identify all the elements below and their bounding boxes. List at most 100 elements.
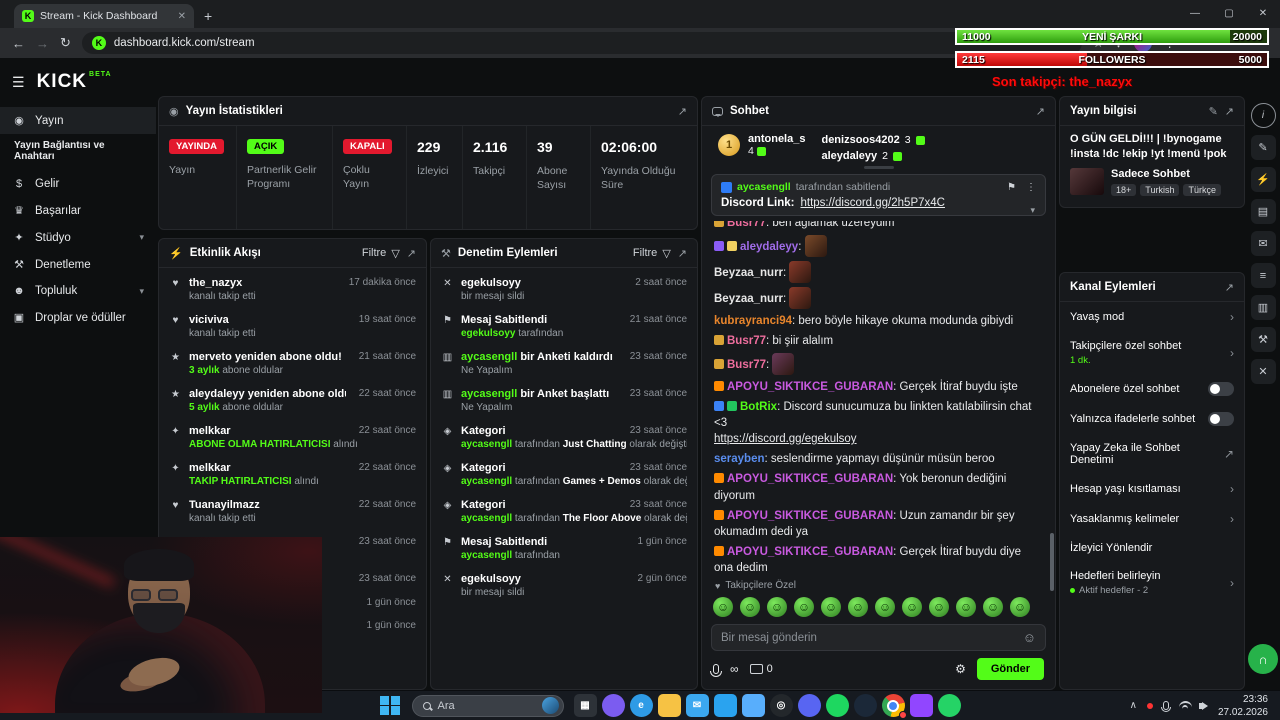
quick-actions-icon[interactable]: ⚡ bbox=[1250, 167, 1276, 192]
emote-icon[interactable]: ☺ bbox=[794, 597, 814, 617]
chat-username[interactable]: BotRix bbox=[740, 401, 777, 413]
taskbar-app-whatsapp[interactable] bbox=[937, 694, 961, 717]
chat-username[interactable]: aleydaleyy bbox=[740, 241, 798, 253]
channel-action-yalnızca-ifadelerle-sohbet[interactable]: Yalnızca ifadelerle sohbet bbox=[1060, 404, 1244, 434]
chat-username[interactable]: Busr77 bbox=[727, 221, 766, 229]
chat-username[interactable]: Busr77 bbox=[727, 335, 766, 347]
taskbar-app-microsoft-store[interactable] bbox=[741, 694, 765, 717]
chat-username[interactable]: APOYU_SIKTIKCE_GUBARAN bbox=[727, 473, 893, 485]
channel-action-hesap-yaşı-kısıtlaması[interactable]: Hesap yaşı kısıtlaması › bbox=[1060, 474, 1244, 504]
maximize-button[interactable]: ▢ bbox=[1212, 0, 1246, 28]
expand-icon[interactable]: ↗ bbox=[1036, 105, 1045, 118]
send-button[interactable]: Gönder bbox=[976, 658, 1044, 680]
pinned-link[interactable]: https://discord.gg/2h5P7x4C bbox=[800, 197, 944, 209]
notes-icon[interactable]: ▤ bbox=[1250, 199, 1276, 224]
sidebar-item-stüdyo[interactable]: ✦ Stüdyo ▾ bbox=[0, 224, 156, 251]
chat-username[interactable]: serayben bbox=[714, 453, 765, 465]
expand-icon[interactable]: ↗ bbox=[678, 105, 687, 118]
chat-username[interactable]: APOYU_SIKTIKCE_GUBARAN bbox=[727, 546, 893, 558]
taskbar-clock[interactable]: 23:36 27.02.2026 bbox=[1218, 693, 1268, 719]
sidebar-item-topluluk[interactable]: ☻ Topluluk ▾ bbox=[0, 278, 156, 304]
mic-icon[interactable] bbox=[710, 664, 722, 677]
toggle-switch[interactable] bbox=[1208, 412, 1234, 426]
levels-icon[interactable]: ≡ bbox=[1250, 263, 1276, 288]
emote-icon[interactable]: ☺ bbox=[956, 597, 976, 617]
wifi-icon[interactable] bbox=[1178, 701, 1192, 710]
channel-action-takipçilere-özel-sohbet[interactable]: Takipçilere özel sohbet 1 dk. › bbox=[1060, 332, 1244, 374]
channel-action-abonelere-özel-sohbet[interactable]: Abonelere özel sohbet bbox=[1060, 374, 1244, 404]
sidebar-item-yayın-bağlantısı-ve-anahtarı[interactable]: Yayın Bağlantısı ve Anahtarı bbox=[0, 134, 156, 171]
chat-input[interactable] bbox=[721, 631, 1017, 644]
cards-icon[interactable]: ▥ bbox=[1250, 295, 1276, 320]
chat-settings-icon[interactable]: ⚙ bbox=[955, 662, 966, 676]
emote-icon[interactable]: ☺ bbox=[929, 597, 949, 617]
pinned-menu-icon[interactable]: ⋮ bbox=[1026, 182, 1036, 193]
taskbar-app-chrome[interactable] bbox=[881, 694, 907, 719]
tools-icon[interactable]: ⚒ bbox=[1250, 327, 1276, 352]
start-button[interactable] bbox=[380, 695, 400, 716]
emoji-picker-icon[interactable]: ☺ bbox=[1023, 630, 1036, 645]
chevron-down-icon[interactable]: ▾ bbox=[1030, 205, 1035, 216]
reload-button[interactable]: ↻ bbox=[60, 35, 71, 51]
stream-category[interactable]: Sadece Sohbet bbox=[1111, 168, 1221, 180]
emote-icon[interactable]: ☺ bbox=[1010, 597, 1030, 617]
expand-icon[interactable]: ↗ bbox=[407, 247, 416, 260]
emote-icon[interactable]: ☺ bbox=[848, 597, 868, 617]
leaderboard-entry[interactable]: 1 antonela_s 4 bbox=[718, 133, 805, 157]
toggle-switch[interactable] bbox=[1208, 382, 1234, 396]
taskbar-app-obs[interactable]: ◎ bbox=[769, 694, 793, 717]
sidebar-item-yayın[interactable]: ◉ Yayın bbox=[0, 107, 156, 134]
expand-icon[interactable]: ↗ bbox=[1225, 105, 1234, 118]
emote-icon[interactable]: ☺ bbox=[767, 597, 787, 617]
link-icon[interactable]: ∞ bbox=[730, 662, 739, 676]
browser-tab[interactable]: K Stream - Kick Dashboard ✕ bbox=[14, 4, 194, 28]
taskbar-app-calendar[interactable] bbox=[713, 694, 737, 717]
emote-icon[interactable]: ☺ bbox=[713, 597, 733, 617]
emote-icon[interactable]: ☺ bbox=[875, 597, 895, 617]
sidebar-item-gelir[interactable]: $ Gelir bbox=[0, 171, 156, 197]
channel-action-yapay-zeka-ile-sohbet-denetimi[interactable]: Yapay Zeka ile Sohbet Denetimi ↗ bbox=[1060, 434, 1244, 474]
emote-icon[interactable]: ☺ bbox=[740, 597, 760, 617]
reward-counter[interactable]: 0 bbox=[749, 663, 773, 675]
address-bar[interactable]: K dashboard.kick.com/stream bbox=[81, 32, 1082, 54]
taskbar-app-spotify[interactable] bbox=[825, 694, 849, 717]
pinned-message[interactable]: aycasengll tarafından sabitlendi ⚑ ⋮ Dis… bbox=[711, 174, 1046, 216]
taskbar-app-steam[interactable] bbox=[853, 694, 877, 717]
taskbar-app-task-view[interactable]: ▦ bbox=[573, 694, 597, 717]
channel-action-hedefleri-belirleyin[interactable]: Hedefleri belirleyin Aktif hedefler - 2 › bbox=[1060, 562, 1244, 604]
sidebar-item-denetleme[interactable]: ⚒ Denetleme bbox=[0, 251, 156, 278]
taskbar-search[interactable]: Ara bbox=[411, 694, 564, 717]
tray-chevron-up-icon[interactable]: ∧ bbox=[1130, 700, 1137, 711]
tray-mic-icon[interactable] bbox=[1160, 701, 1171, 712]
activity-filter-button[interactable]: Filtre ▽ bbox=[362, 247, 400, 260]
chat-username[interactable]: kubrayranci94 bbox=[714, 315, 792, 327]
sidebar-item-droplar-ve-ödüller[interactable]: ▣ Droplar ve ödüller bbox=[0, 304, 156, 331]
edit-icon[interactable]: ✎ bbox=[1209, 105, 1218, 118]
tab-close-icon[interactable]: ✕ bbox=[178, 11, 186, 22]
volume-icon[interactable] bbox=[1198, 701, 1208, 710]
emote-icon[interactable]: ☺ bbox=[821, 597, 841, 617]
chat-popout-icon[interactable]: ✉ bbox=[1250, 231, 1276, 256]
edit-icon[interactable]: ✎ bbox=[1250, 135, 1276, 160]
chat-username[interactable]: Busr77 bbox=[727, 359, 766, 371]
forward-button[interactable]: → bbox=[36, 36, 49, 51]
back-button[interactable]: ← bbox=[12, 36, 25, 51]
support-icon[interactable]: ∩ bbox=[1248, 644, 1278, 674]
channel-action-yasaklanmış-kelimeler[interactable]: Yasaklanmış kelimeler › bbox=[1060, 504, 1244, 534]
leaderboard-drag-handle[interactable] bbox=[863, 166, 894, 169]
close-widget-icon[interactable]: ✕ bbox=[1250, 359, 1276, 384]
taskbar-app-edge[interactable]: e bbox=[629, 694, 653, 717]
chat-username[interactable]: Beyzaa_nurr bbox=[714, 293, 783, 305]
taskbar-app-discord[interactable] bbox=[797, 694, 821, 717]
new-tab-button[interactable]: + bbox=[204, 8, 212, 24]
menu-icon[interactable]: ☰ bbox=[12, 74, 25, 91]
emote-icon[interactable]: ☺ bbox=[902, 597, 922, 617]
moderation-filter-button[interactable]: Filtre ▽ bbox=[633, 247, 671, 260]
pin-icon[interactable]: ⚑ bbox=[1007, 182, 1016, 193]
chat-username[interactable]: Beyzaa_nurr bbox=[714, 267, 783, 279]
chat-username[interactable]: APOYU_SIKTIKCE_GUBARAN bbox=[727, 381, 893, 393]
chat-scrollbar[interactable] bbox=[1050, 533, 1054, 591]
expand-icon[interactable]: ↗ bbox=[1225, 281, 1234, 294]
leaderboard-entry[interactable]: denizsoos4202 3 bbox=[821, 134, 925, 146]
taskbar-app-copilot[interactable] bbox=[601, 694, 625, 717]
